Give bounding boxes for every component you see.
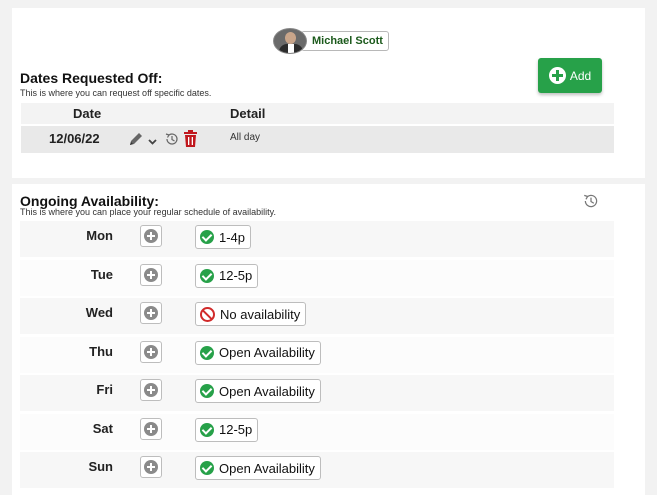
availability-tag[interactable]: Open Availability [195, 340, 321, 365]
availability-text: Open Availability [219, 460, 315, 476]
availability-tag[interactable]: 12-5p [195, 263, 259, 288]
dates-off-subtitle: This is where you can request off specif… [20, 88, 212, 98]
plus-circle-icon [144, 229, 158, 243]
date-cell: 12/06/22 [49, 131, 100, 146]
add-date-off-button[interactable]: Add [538, 58, 602, 93]
availability-row: Wed No availability [20, 298, 614, 334]
availability-tag[interactable]: Open Availability [195, 456, 321, 480]
chevron-down-icon[interactable] [147, 134, 158, 152]
check-circle-icon [200, 384, 214, 398]
history-icon[interactable] [164, 131, 180, 152]
day-label: Sat [92, 420, 113, 436]
availability-tag[interactable]: Open Availability [195, 379, 321, 403]
availability-text: Open Availability [219, 345, 315, 360]
column-header-date: Date [73, 106, 102, 121]
dates-off-table-header: Date Detail [21, 103, 614, 124]
availability-tag[interactable]: 1-4p [195, 225, 252, 249]
day-label: Sun [88, 459, 113, 474]
availability-text: No availability [220, 306, 301, 322]
availability-row: Fri Open Availability [20, 375, 614, 411]
plus-circle-icon [144, 344, 158, 359]
day-label: Thu [89, 343, 113, 359]
trash-icon[interactable] [184, 130, 197, 153]
avatar [273, 28, 307, 54]
add-availability-button[interactable] [140, 340, 162, 363]
add-availability-button[interactable] [140, 302, 162, 324]
availability-row: Mon 1-4p [20, 221, 614, 257]
ongoing-availability-subtitle: This is where you can place your regular… [20, 207, 276, 217]
pencil-icon[interactable] [127, 131, 144, 153]
user-chip[interactable]: Michael Scott [273, 28, 389, 54]
check-circle-icon [200, 422, 214, 437]
detail-cell: All day [230, 132, 261, 143]
table-row: 12/06/22 All day [21, 126, 614, 153]
check-circle-icon [200, 345, 214, 360]
availability-text: 12-5p [219, 422, 253, 437]
availability-row: Sun Open Availability [20, 452, 614, 488]
add-button-label: Add [569, 68, 592, 83]
availability-row: Sat 12-5p [20, 413, 614, 450]
availability-tag[interactable]: 12-5p [195, 417, 259, 442]
day-label: Tue [90, 266, 113, 282]
add-availability-button[interactable] [140, 225, 162, 247]
history-icon[interactable] [582, 192, 600, 215]
check-circle-icon [200, 461, 214, 475]
add-availability-button[interactable] [140, 456, 162, 478]
dates-off-title: Dates Requested Off: [20, 70, 163, 86]
check-circle-icon [200, 230, 214, 244]
day-label: Fri [96, 382, 113, 397]
user-name: Michael Scott [301, 31, 389, 51]
ban-icon [200, 306, 215, 322]
day-label: Mon [86, 228, 113, 243]
plus-circle-icon [144, 306, 158, 320]
column-header-detail: Detail [230, 106, 266, 121]
plus-circle-icon [144, 460, 158, 474]
day-label: Wed [85, 305, 113, 320]
availability-row: Thu Open Availability [20, 336, 614, 373]
plus-circle-icon [144, 267, 158, 282]
availability-text: 12-5p [219, 268, 253, 283]
add-availability-button[interactable] [140, 379, 162, 401]
availability-row: Tue 12-5p [20, 259, 614, 296]
add-availability-button[interactable] [140, 417, 162, 440]
check-circle-icon [200, 268, 214, 283]
plus-circle-icon [144, 383, 158, 397]
availability-text: Open Availability [219, 383, 315, 399]
availability-text: 1-4p [219, 229, 246, 245]
plus-circle-icon [144, 421, 158, 436]
availability-tag[interactable]: No availability [195, 302, 307, 326]
add-availability-button[interactable] [140, 263, 162, 286]
plus-circle-icon [548, 67, 566, 84]
